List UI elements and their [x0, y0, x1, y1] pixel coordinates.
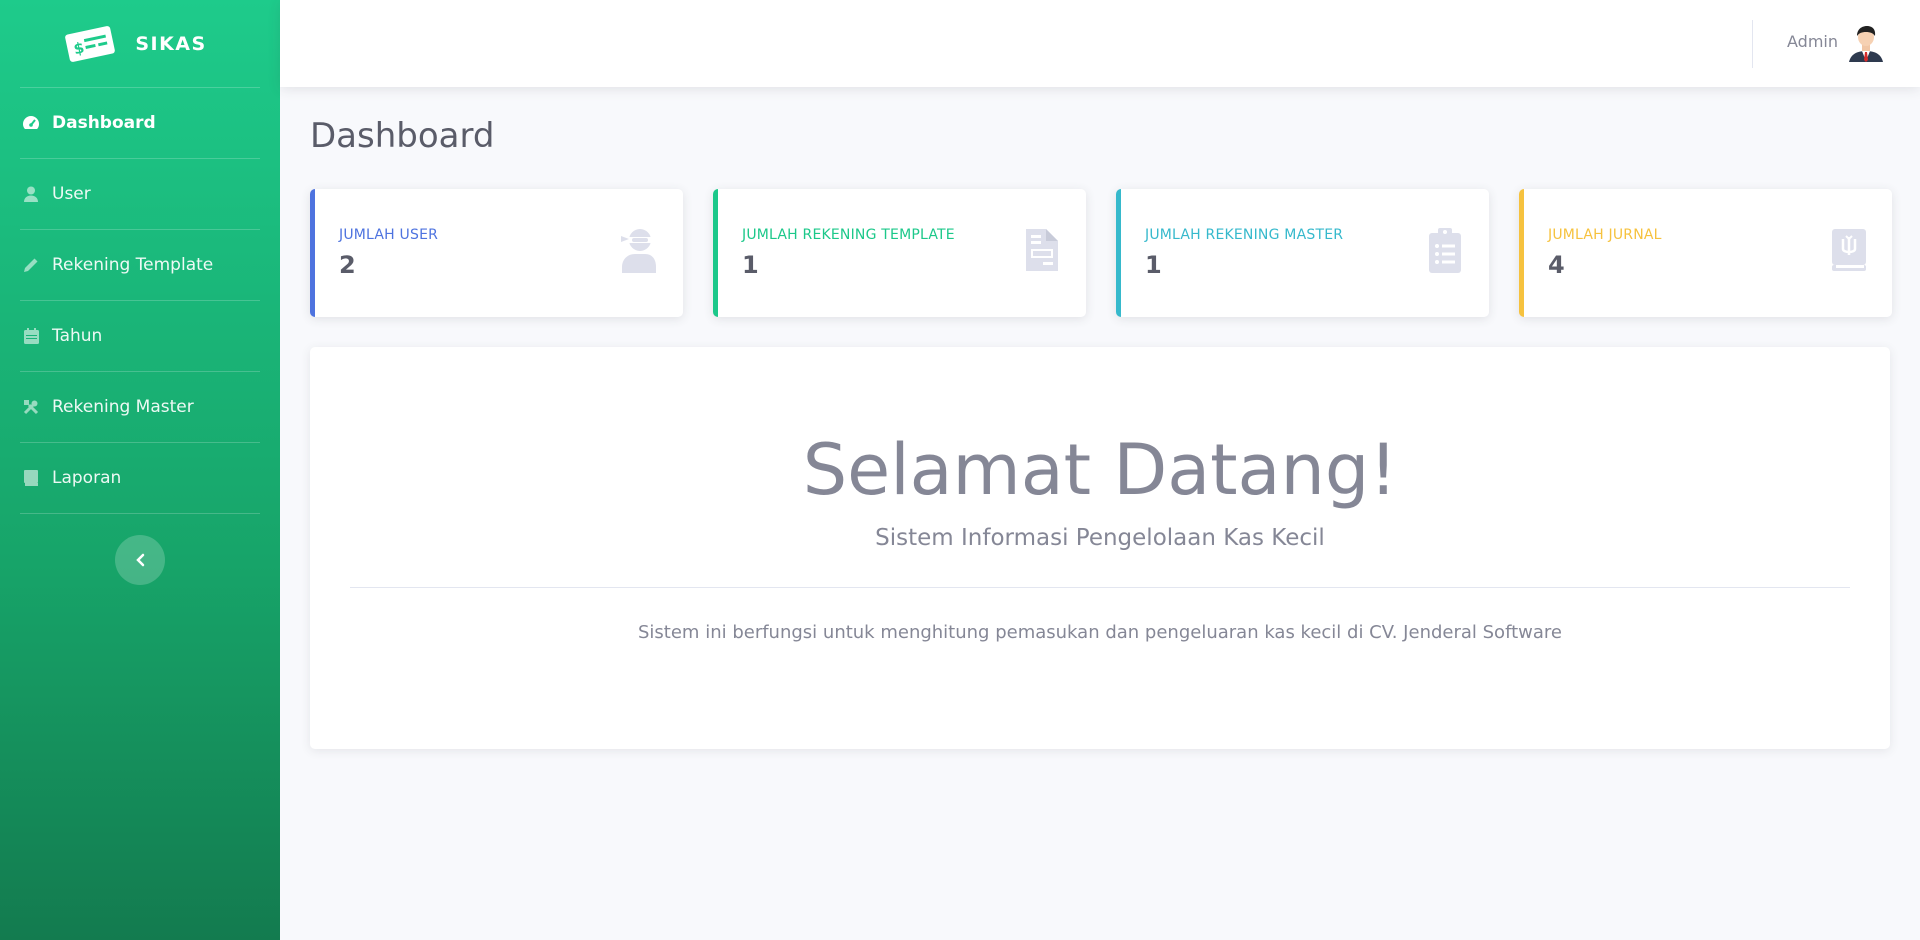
card-value: 4 — [1548, 251, 1565, 279]
book-icon — [22, 469, 40, 487]
sidebar-divider — [20, 513, 260, 514]
sidebar-item-user[interactable]: User — [0, 159, 280, 229]
user-ninja-icon — [621, 229, 656, 273]
card-jumlah-rekening-master[interactable]: JUMLAH REKENING MASTER 1 — [1116, 189, 1489, 317]
card-label: JUMLAH USER — [339, 227, 439, 243]
welcome-panel: Selamat Datang! Sistem Informasi Pengelo… — [310, 347, 1890, 749]
sidebar-item-label: Dashboard — [52, 113, 156, 133]
welcome-divider — [350, 587, 1850, 588]
clipboard-list-icon — [1429, 228, 1461, 273]
sidebar-item-label: Rekening Template — [52, 255, 214, 275]
calendar-icon — [22, 327, 40, 345]
user-avatar[interactable] — [1845, 22, 1887, 64]
money-check-icon: $ — [65, 25, 116, 62]
sidebar-item-rekening-master[interactable]: Rekening Master — [0, 372, 280, 442]
user-name[interactable]: Admin — [1787, 32, 1838, 51]
sidebar-toggle-button[interactable] — [115, 535, 165, 585]
card-label: JUMLAH JURNAL — [1548, 227, 1662, 243]
card-label: JUMLAH REKENING TEMPLATE — [742, 227, 955, 243]
sidebar-item-label: Laporan — [52, 468, 122, 488]
card-jumlah-jurnal[interactable]: JUMLAH JURNAL 4 — [1519, 189, 1892, 317]
sidebar-item-rekening-template[interactable]: Rekening Template — [0, 230, 280, 300]
sidebar-item-label: User — [52, 184, 91, 204]
card-value: 1 — [742, 251, 759, 279]
tachometer-icon — [22, 114, 40, 132]
sidebar: $ SIKAS Dashboard User Rekening Template — [0, 0, 280, 940]
pencil-icon — [22, 256, 40, 274]
welcome-lead: Sistem Informasi Pengelolaan Kas Kecil — [875, 525, 1325, 551]
card-jumlah-rekening-template[interactable]: JUMLAH REKENING TEMPLATE 1 — [713, 189, 1086, 317]
chevron-left-icon — [136, 553, 145, 567]
sidebar-item-dashboard[interactable]: Dashboard — [0, 88, 280, 158]
sidebar-item-label: Tahun — [52, 326, 103, 346]
card-value: 2 — [339, 251, 356, 279]
user-icon — [22, 185, 40, 203]
topbar-divider — [1752, 20, 1753, 68]
card-jumlah-user[interactable]: JUMLAH USER 2 — [310, 189, 683, 317]
file-invoice-icon — [1026, 229, 1058, 271]
brand[interactable]: $ SIKAS — [0, 0, 280, 87]
card-value: 1 — [1145, 251, 1162, 279]
card-label: JUMLAH REKENING MASTER — [1145, 227, 1344, 243]
topbar: Admin — [280, 0, 1920, 87]
welcome-heading: Selamat Datang! — [802, 429, 1398, 511]
journal-icon — [1832, 229, 1866, 271]
sidebar-item-label: Rekening Master — [52, 397, 194, 417]
page-title: Dashboard — [310, 116, 495, 156]
welcome-description: Sistem ini berfungsi untuk menghitung pe… — [638, 622, 1562, 643]
sidebar-item-tahun[interactable]: Tahun — [0, 301, 280, 371]
brand-name: SIKAS — [135, 32, 207, 55]
sidebar-item-laporan[interactable]: Laporan — [0, 443, 280, 513]
tools-icon — [22, 398, 40, 416]
